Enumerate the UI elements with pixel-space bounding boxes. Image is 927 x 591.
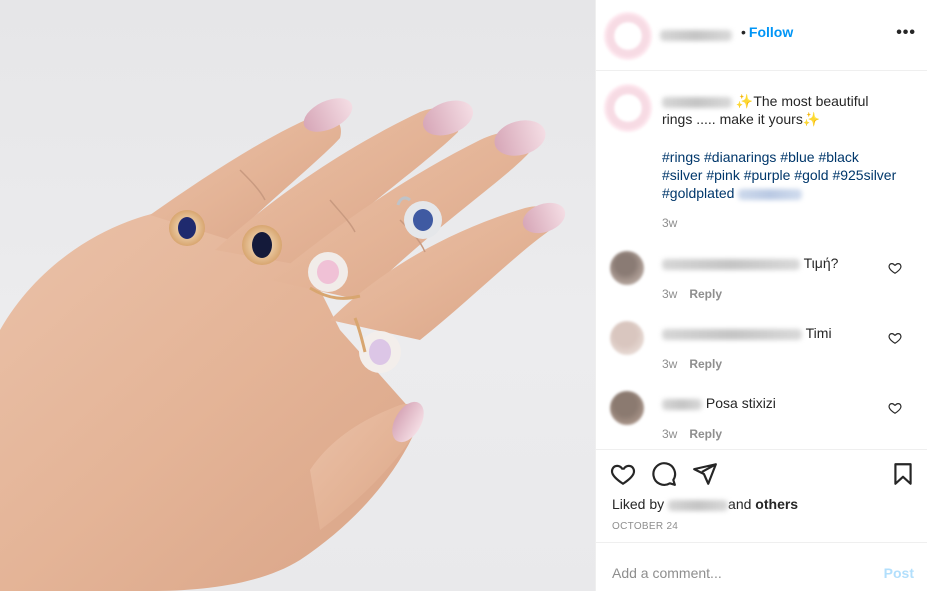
share-paper-plane-icon[interactable] [692,461,718,487]
caption-username-redacted[interactable] [662,96,732,108]
commenter-username-redacted[interactable] [662,328,802,340]
post-photo[interactable] [0,0,595,591]
comments-list[interactable]: ✨The most beautiful rings ..... make it … [596,72,927,448]
comment-input[interactable]: Add a comment... [612,565,722,581]
caption-author-avatar[interactable] [604,84,652,132]
comment-body: Timi [662,325,832,341]
ring-silver-blue [404,201,442,239]
post-comment-button[interactable]: Post [884,565,914,581]
hand-with-rings-image [0,98,566,591]
comment-bubble-icon[interactable] [651,461,677,487]
like-heart-icon[interactable] [610,461,636,487]
add-comment-bar: Add a comment... Post [596,542,927,591]
author-avatar[interactable] [604,12,652,60]
reply-button[interactable]: Reply [689,357,722,371]
post-sidebar: • Follow ••• ✨The most beautiful rings ..… [595,0,927,591]
comment-meta: 3w Reply [662,427,723,441]
more-options-icon[interactable]: ••• [896,24,916,42]
reply-button[interactable]: Reply [689,427,722,441]
caption-hashtags[interactable]: #rings #dianarings #blue #black #silver … [662,148,912,202]
comment-item: Posa stixizi 3w Reply [596,387,927,448]
comment-body: Τιμή? [662,255,838,271]
sparkle-emoji: ✨ [735,93,754,109]
author-username-redacted[interactable] [660,30,732,41]
comment-body: Posa stixizi [662,395,776,411]
comment-item: Τιμή? 3w Reply [596,247,927,309]
like-comment-heart-icon[interactable] [888,331,902,345]
ring-blue-oval [169,210,205,246]
reply-button[interactable]: Reply [689,287,722,301]
like-comment-heart-icon[interactable] [888,401,902,415]
ring-pink-oval [308,252,348,292]
caption-text: ✨The most beautiful rings ..... make it … [662,93,869,127]
post-date[interactable]: OCTOBER 24 [612,521,678,532]
like-comment-heart-icon[interactable] [888,261,902,275]
post-actions: Liked by and others OCTOBER 24 [596,449,927,542]
hashtag-redacted[interactable] [738,188,803,200]
others-link[interactable]: others [755,496,798,512]
post-header: • Follow ••• [596,0,927,71]
commenter-avatar[interactable] [610,321,644,355]
ring-lavender-oval [359,331,401,373]
liker-username-redacted[interactable] [668,499,729,511]
comment-meta: 3w Reply [662,287,723,301]
liked-by-text: Liked by and others [612,496,799,512]
commenter-username-redacted[interactable] [662,398,702,410]
caption-time[interactable]: 3w [662,216,677,230]
commenter-avatar[interactable] [610,251,644,285]
follow-button[interactable]: • Follow [741,24,793,40]
commenter-username-redacted[interactable] [662,258,800,270]
ring-black-oval [242,225,282,265]
commenter-avatar[interactable] [610,391,644,425]
comment-meta: 3w Reply [662,357,723,371]
save-bookmark-icon[interactable] [890,461,916,487]
sparkle-emoji: ✨ [802,111,821,127]
comment-item: Timi 3w Reply [596,317,927,379]
